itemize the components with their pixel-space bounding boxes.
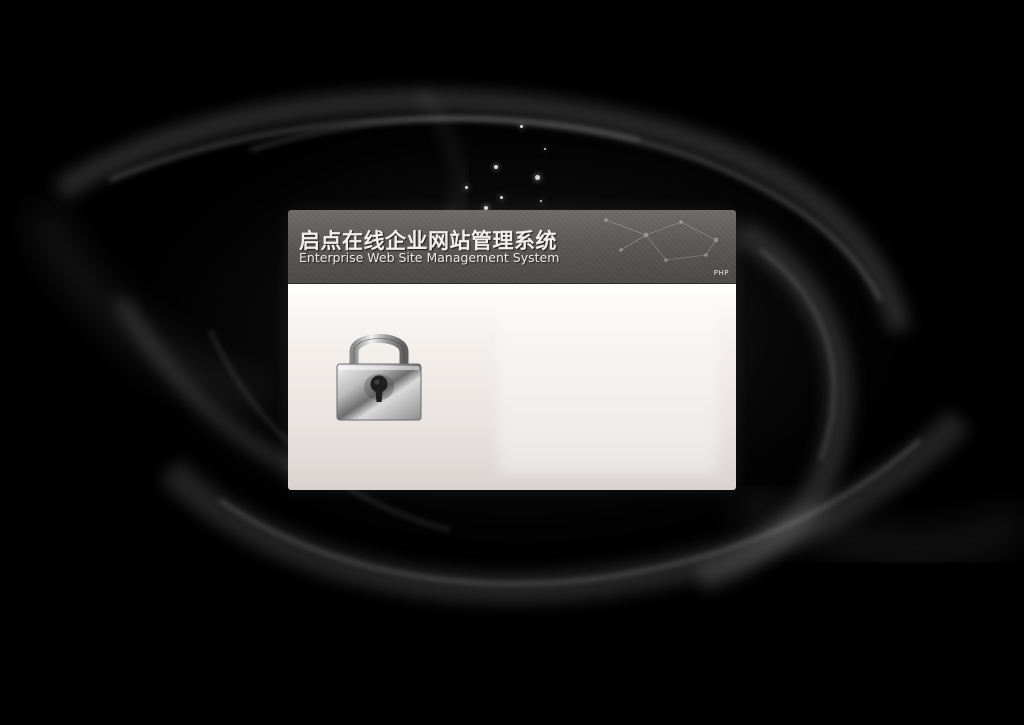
sparkle xyxy=(544,148,546,150)
panel-header: 启点在线企业网站管理系统 Enterprise Web Site Managem… xyxy=(288,210,736,284)
login-page: 启点在线企业网站管理系统 Enterprise Web Site Managem… xyxy=(0,0,1024,725)
sparkle xyxy=(540,200,542,202)
sparkle xyxy=(520,125,523,128)
padlock-icon xyxy=(336,334,422,421)
system-title-english: Enterprise Web Site Management System xyxy=(299,250,560,265)
sparkle xyxy=(500,196,503,199)
sparkle xyxy=(535,175,540,180)
login-panel: 启点在线企业网站管理系统 Enterprise Web Site Managem… xyxy=(288,210,736,490)
body-highlight xyxy=(498,304,718,474)
sparkle xyxy=(494,165,498,169)
sparkle xyxy=(465,186,468,189)
panel-body xyxy=(288,284,736,490)
edition-badge: PHP xyxy=(713,269,729,277)
